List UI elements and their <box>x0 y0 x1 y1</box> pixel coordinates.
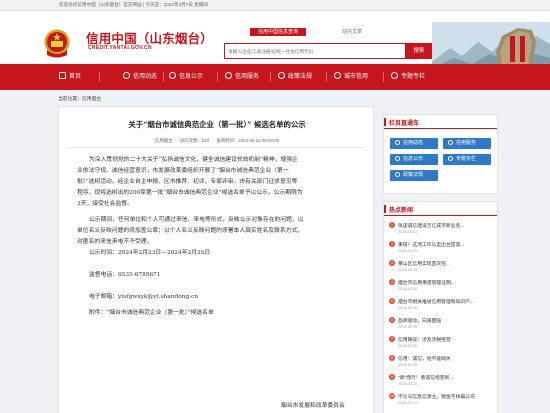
nav-item-special-topics[interactable]: 专题专栏 <box>391 64 425 90</box>
quick-link-policy[interactable]: 政策法规 <box>390 170 438 181</box>
quick-link-special-topics[interactable]: 专题专栏 <box>443 154 491 165</box>
hot-news-item[interactable]: 2 重磅！这项工作认定出台提高... 2024-03-01 <box>389 239 495 255</box>
article-panel: 关于“烟台市诚信典范企业（第一批）” 候选名单的公示 信用烟台 访问次数：210… <box>58 106 374 413</box>
notice-period: 公示时间：2024年2月23日—2024年2月25日 <box>89 250 211 256</box>
paragraph-line: 业依法守规、诚信经营意识，市发展改革委组织开展了“烟台市诚信典范企业（第一 <box>77 168 289 174</box>
article-meta: 信用烟台 访问次数：210 发布时间：2024-02-23 00:00:00 <box>59 138 373 144</box>
tab-site-articles[interactable]: 站内文章 <box>330 28 374 36</box>
main-nav: 首页 信用动态 信息公示 信用服务 政策法规 城市信用 专题专栏 <box>0 64 550 90</box>
quick-link-credit-service[interactable]: 信用服务 <box>443 138 491 149</box>
topic-icon <box>448 156 453 161</box>
paragraph-line: 单位名义反映问题的须加盖公章；以个人名义反映问题的须署本人真实姓名及联系方式。 <box>77 228 304 234</box>
hot-news-item[interactable]: 8 信用：诚信，地不能缺失 2024-02-29 <box>389 353 495 369</box>
home-icon <box>59 72 66 79</box>
notice-icon <box>395 156 400 161</box>
phone-line: 监督电话：0535-6785671 <box>89 272 161 278</box>
national-emblem-icon[interactable] <box>43 28 71 58</box>
news-icon <box>395 140 400 145</box>
hot-news-item[interactable]: 9 "新"而行！看诚信经营新... 2024-02-29 <box>389 372 495 388</box>
signature: 烟台市发展和改革委员会 <box>281 403 345 409</box>
site-header: 信用中国（山东烟台） CREDIT.YANTAI.GOV.CN 信用中国信息查询… <box>0 11 550 74</box>
paragraph-line: 公示期间，任何单位和个人可通过来信、来电等形式，反映公示对象存在的问题，以 <box>89 217 304 223</box>
nav-item-city-credit[interactable]: 城市信用 <box>334 64 368 90</box>
city-icon <box>334 72 341 79</box>
divider <box>69 147 365 148</box>
hot-news-item[interactable]: 1 张店诚信建设万亿成市新业务... 2024-03-01 <box>389 220 495 236</box>
hot-news-panel: 热点新闻 1 张店诚信建设万亿成市新业务... 2024-03-01 2 重磅！这项工… <box>383 201 498 413</box>
top-bar: 欢迎访问信用中国（山东烟台）官方网站 | 今天是：2024年3月7日 星期四 <box>0 0 550 11</box>
hot-news-item[interactable]: 10 不论与信息信源主，锦金不样编公司 2024-02-29 <box>389 391 495 407</box>
email-link[interactable]: 电子邮箱：ytsfgwxyk@yt.shandong.cn <box>77 291 198 300</box>
policy-icon <box>278 72 285 79</box>
quick-links-title: 栏目直通车 <box>389 121 420 127</box>
hot-news-item[interactable]: 6 品牌驱动，向海图强 2024-02-29 <box>389 315 495 331</box>
search-button[interactable]: 搜索 <box>406 43 432 59</box>
breadcrumb-link[interactable]: 信用烟台 <box>82 97 101 102</box>
article-views: 访问次数：210 <box>179 138 210 143</box>
paragraph-line: 为深入贯彻党的二十大关于“弘扬诚信文化，健全诚信建设长效机制”精神，增强企 <box>89 157 298 163</box>
nav-item-credit-news[interactable]: 信用动态 <box>123 64 157 90</box>
paragraph-line: 对匿名的来信来电不予受理。 <box>77 239 153 245</box>
quick-links-header: 栏目直通车 <box>384 115 497 129</box>
service-icon <box>448 140 453 145</box>
article-source: 信用烟台 <box>154 138 173 143</box>
paragraph-line: 3天，接受社会监督。 <box>77 201 133 207</box>
tab-credit-query[interactable]: 信用中国信息查询 <box>250 28 306 36</box>
search-field <box>224 43 406 59</box>
service-icon <box>225 72 232 79</box>
article-title: 关于“烟台市诚信典范企业（第一批）” 候选名单的公示 <box>128 120 306 129</box>
hot-news-item[interactable]: 4 烟台市信用承诺管理证明... 2024-02-29 <box>389 277 495 293</box>
hot-news-header: 热点新闻 <box>384 202 497 216</box>
hot-news-title: 热点新闻 <box>389 208 414 214</box>
hot-news-item[interactable]: 5 烟台市相关推进信用管理和知识产... 2024-02-29 <box>389 296 495 312</box>
nav-item-credit-service[interactable]: 信用服务 <box>225 64 259 90</box>
search-input[interactable] <box>228 45 404 58</box>
site-url: CREDIT.YANTAI.GOV.CN <box>88 45 152 51</box>
article-date: 发布时间：2024-02-23 00:00:00 <box>216 138 280 143</box>
paragraph-line: 程序，现将选树出的200家第一批“烟台市诚信典范企业”候选名单予以公示，公示期限… <box>77 190 303 196</box>
policy-icon <box>395 172 400 177</box>
news-icon <box>123 72 130 79</box>
hot-news-item[interactable]: 7 信用铸谈：涉及涉税经营 2024-02-29 <box>389 334 495 350</box>
notice-icon <box>169 72 176 79</box>
nav-item-info-notice[interactable]: 信息公示 <box>169 64 203 90</box>
topic-icon <box>391 72 398 79</box>
hot-news-item[interactable]: 3 莱山区信用实现首次在... 2024-02-29 <box>389 258 495 274</box>
nav-item-home[interactable]: 首页 <box>59 64 81 90</box>
quick-link-credit-news[interactable]: 信用动态 <box>390 138 438 149</box>
paragraph-line: 批）”选树活动。经企业自主申报、区市推荐、初评、专家评审，市有关部门征求意见等 <box>77 179 298 185</box>
quick-links-panel: 栏目直通车 信用动态 信用服务 信息公示 专题专栏 政策法规 <box>383 114 498 194</box>
welcome-text: 欢迎访问信用中国（山东烟台）官方网站 | 今天是：2024年3月7日 星期四 <box>59 2 208 7</box>
attachment-link[interactable]: 附件：“烟台市诚信典范企业（第一批）”候选名单 <box>77 307 214 316</box>
nav-item-policy[interactable]: 政策法规 <box>278 64 312 90</box>
breadcrumb: 当前位置：信用烟台 <box>58 97 102 102</box>
quick-link-info-notice[interactable]: 信息公示 <box>390 154 438 165</box>
